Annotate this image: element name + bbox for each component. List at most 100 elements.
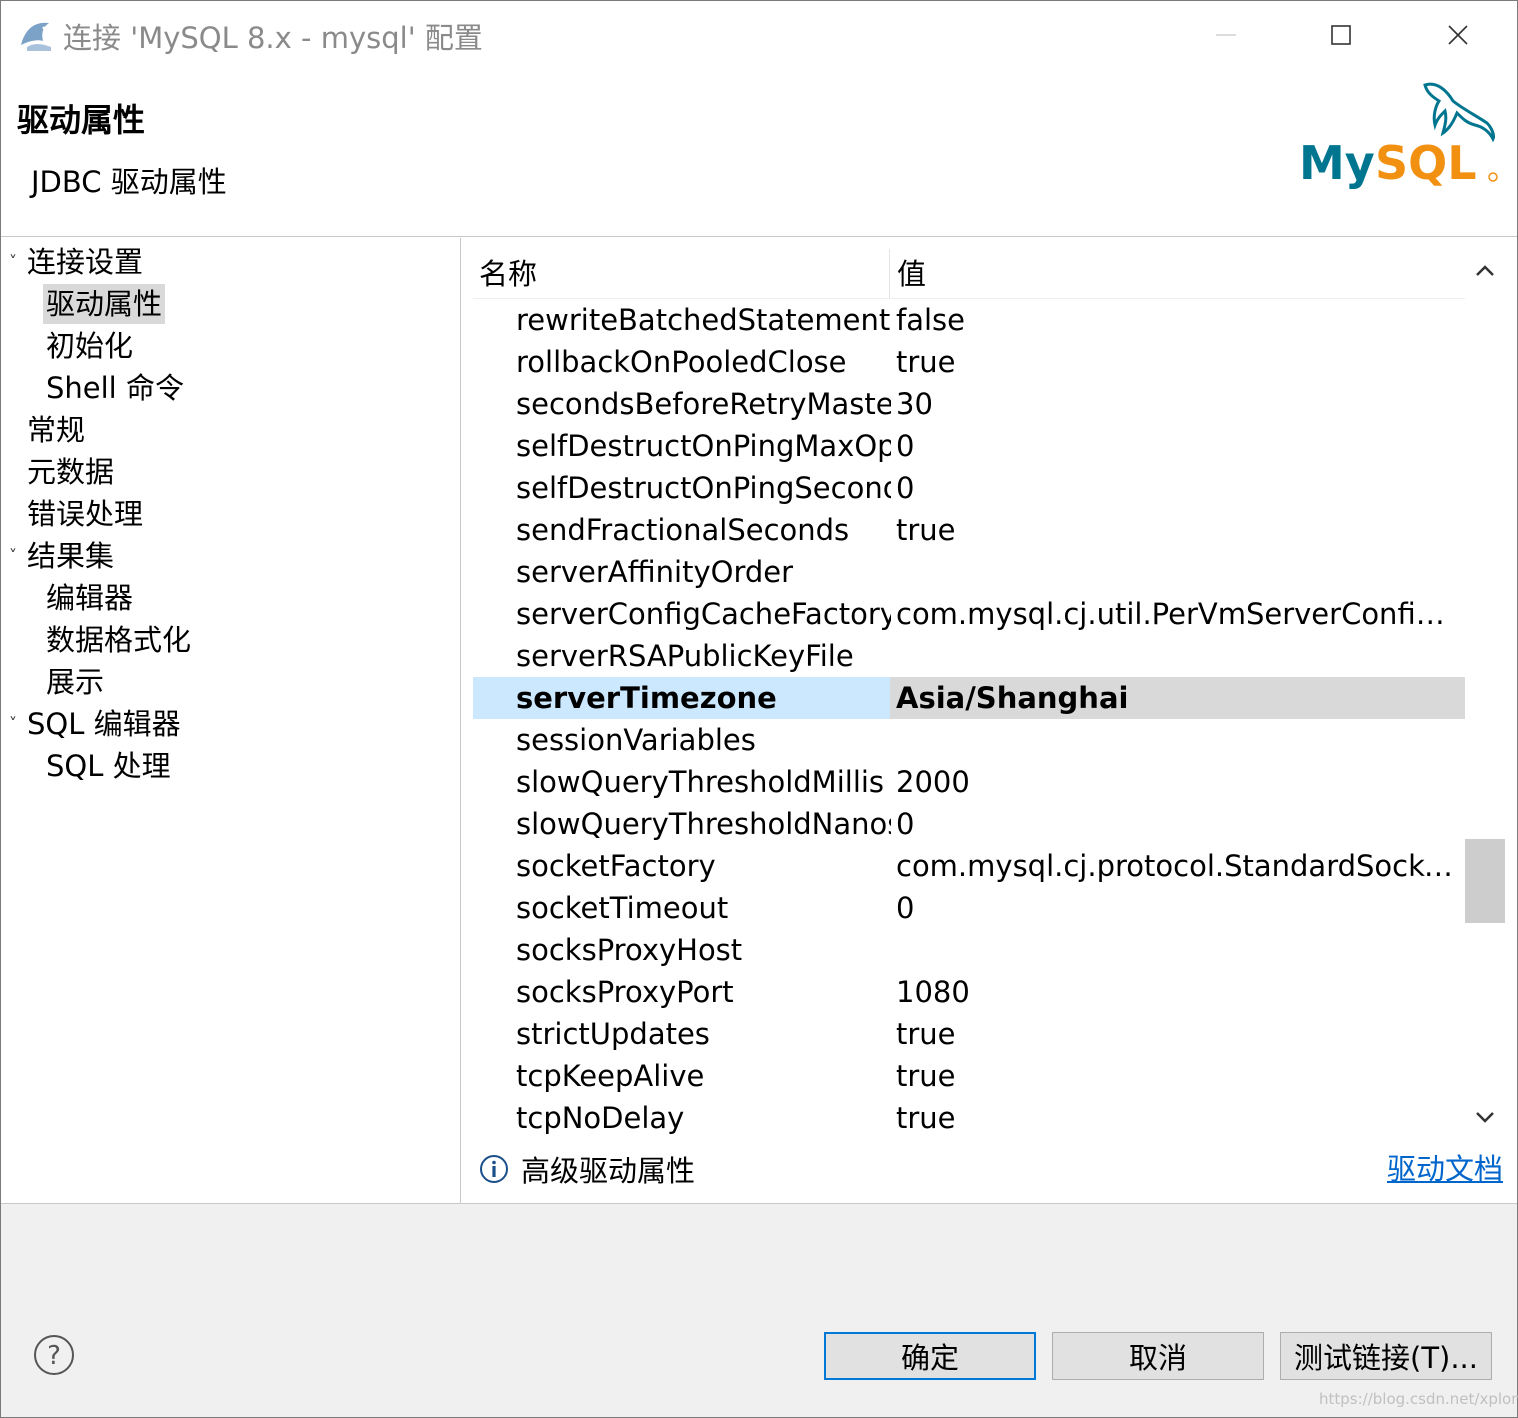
property-name: socketFactory (516, 849, 716, 883)
table-row[interactable]: strictUpdates true (473, 1013, 1465, 1055)
nav-item-data-formatting[interactable]: 数据格式化 (46, 620, 191, 660)
property-name: serverRSAPublicKeyFile (516, 639, 854, 673)
nav-item-editors[interactable]: 编辑器 (46, 578, 133, 618)
property-value[interactable] (896, 635, 1461, 677)
table-row[interactable]: socketFactory com.mysql.cj.protocol.Stand… (473, 845, 1465, 887)
maximize-button[interactable] (1321, 15, 1361, 55)
chevron-down-icon[interactable]: ˅ (9, 704, 17, 744)
column-header-name[interactable]: 名称 (473, 249, 890, 299)
column-header-value[interactable]: 值 (891, 249, 1465, 299)
property-value[interactable]: com.mysql.cj.protocol.StandardSocket... (896, 845, 1461, 887)
property-name: socksProxyHost (516, 933, 743, 967)
table-row[interactable]: serverAffinityOrder (473, 551, 1465, 593)
table-row[interactable]: rewriteBatchedStatements false (473, 299, 1465, 341)
page-title: 驱动属性 (17, 101, 146, 139)
nav-item-result-sets[interactable]: 结果集 (27, 536, 114, 576)
property-name: slowQueryThresholdMillis (516, 765, 885, 799)
property-value[interactable]: 0 (896, 887, 1461, 929)
chevron-up-icon[interactable] (1473, 259, 1497, 283)
settings-nav-tree: ˅ 连接设置 驱动属性 初始化 Shell 命令 常规 元数据 错误处理 ˅ 结… (1, 238, 461, 1203)
table-row[interactable]: tcpNoDelay true (473, 1097, 1465, 1139)
nav-item-general[interactable]: 常规 (27, 410, 85, 450)
table-row[interactable]: serverConfigCacheFactory com.mysql.cj.uti… (473, 593, 1465, 635)
table-row[interactable]: socksProxyHost (473, 929, 1465, 971)
property-value[interactable]: com.mysql.cj.util.PerVmServerConfigC... (896, 593, 1461, 635)
page-header: 驱动属性 JDBC 驱动属性 My SQL (1, 73, 1517, 237)
table-row-selected[interactable]: serverTimezone Asia/Shanghai (473, 677, 1465, 719)
nav-item-error-handling[interactable]: 错误处理 (27, 494, 143, 534)
test-connection-button[interactable]: 测试链接(T)... (1280, 1332, 1492, 1380)
table-scrollbar[interactable] (1465, 249, 1505, 1141)
property-name: socketTimeout (516, 891, 729, 925)
nav-item-metadata[interactable]: 元数据 (27, 452, 114, 492)
property-name: rewriteBatchedStatements (516, 303, 891, 337)
svg-text:My: My (1299, 136, 1375, 189)
ok-button[interactable]: 确定 (824, 1332, 1036, 1380)
nav-item-sql-processing[interactable]: SQL 处理 (46, 746, 171, 786)
property-value[interactable]: Asia/Shanghai (896, 677, 1461, 719)
property-value[interactable]: 0 (896, 803, 1461, 845)
table-row[interactable]: slowQueryThresholdNanos 0 (473, 803, 1465, 845)
chevron-down-icon[interactable] (1473, 1105, 1497, 1129)
table-row[interactable]: rollbackOnPooledClose true (473, 341, 1465, 383)
property-value[interactable] (896, 551, 1461, 593)
table-row[interactable]: secondsBeforeRetryMaster 30 (473, 383, 1465, 425)
nav-item-connection-settings[interactable]: 连接设置 (27, 242, 143, 282)
table-row[interactable]: socketTimeout 0 (473, 887, 1465, 929)
property-name: rollbackOnPooledClose (516, 345, 847, 379)
property-value[interactable]: 2000 (896, 761, 1461, 803)
table-row[interactable]: selfDestructOnPingSecondsLifetime0 (473, 467, 1465, 509)
table-row[interactable]: sessionVariables (473, 719, 1465, 761)
property-name: serverConfigCacheFactory (516, 597, 891, 631)
property-value[interactable]: 1080 (896, 971, 1461, 1013)
scrollbar-thumb[interactable] (1465, 839, 1505, 923)
property-value[interactable]: true (896, 1055, 1461, 1097)
property-name: serverTimezone (516, 681, 777, 715)
table-row[interactable]: sendFractionalSeconds true (473, 509, 1465, 551)
property-name: selfDestructOnPingMaxOperations (516, 429, 891, 463)
chevron-down-icon[interactable]: ˅ (9, 536, 17, 576)
table-row[interactable]: socksProxyPort 1080 (473, 971, 1465, 1013)
driver-docs-link[interactable]: 驱动文档 (1387, 1149, 1503, 1189)
svg-text:?: ? (47, 1341, 61, 1371)
nav-item-sql-editor[interactable]: SQL 编辑器 (27, 704, 181, 744)
page-subtitle: JDBC 驱动属性 (31, 165, 227, 199)
window-title: 连接 'MySQL 8.x - mysql' 配置 (63, 21, 483, 55)
property-name: tcpNoDelay (516, 1101, 685, 1135)
close-button[interactable] (1438, 15, 1478, 55)
nav-item-driver-properties[interactable]: 驱动属性 (43, 284, 166, 324)
chevron-down-icon[interactable]: ˅ (9, 242, 17, 282)
table-row[interactable]: slowQueryThresholdMillis 2000 (473, 761, 1465, 803)
property-value[interactable]: 30 (896, 383, 1461, 425)
nav-item-presentation[interactable]: 展示 (46, 662, 104, 702)
minimize-icon (1216, 34, 1236, 36)
watermark: https://blog.csdn.net/xplong (1319, 1390, 1518, 1408)
property-value[interactable]: true (896, 1013, 1461, 1055)
property-name: selfDestructOnPingSecondsLifetime (516, 471, 891, 505)
property-value[interactable]: true (896, 341, 1461, 383)
nav-item-shell-commands[interactable]: Shell 命令 (46, 368, 184, 408)
close-icon (1448, 25, 1468, 45)
nav-item-initialization[interactable]: 初始化 (46, 326, 133, 366)
property-name: serverAffinityOrder (516, 555, 794, 589)
property-value[interactable] (896, 719, 1461, 761)
info-icon (480, 1155, 508, 1183)
table-row[interactable]: selfDestructOnPingMaxOperations0 (473, 425, 1465, 467)
property-value[interactable]: false (896, 299, 1461, 341)
property-value[interactable]: true (896, 1097, 1461, 1139)
info-row: 高级驱动属性 (479, 1149, 695, 1189)
maximize-icon (1331, 25, 1351, 45)
minimize-button[interactable] (1206, 15, 1246, 55)
help-icon[interactable]: ? (33, 1334, 75, 1376)
property-value[interactable] (896, 929, 1461, 971)
property-name: strictUpdates (516, 1017, 710, 1051)
property-name: sessionVariables (516, 723, 756, 757)
property-value[interactable]: 0 (896, 467, 1461, 509)
cancel-button[interactable]: 取消 (1052, 1332, 1264, 1380)
table-row[interactable]: serverRSAPublicKeyFile (473, 635, 1465, 677)
property-value[interactable]: 0 (896, 425, 1461, 467)
property-value[interactable]: true (896, 509, 1461, 551)
title-bar: 连接 'MySQL 8.x - mysql' 配置 (1, 1, 1517, 73)
table-row[interactable]: tcpKeepAlive true (473, 1055, 1465, 1097)
mysql-logo: My SQL (1299, 82, 1498, 189)
